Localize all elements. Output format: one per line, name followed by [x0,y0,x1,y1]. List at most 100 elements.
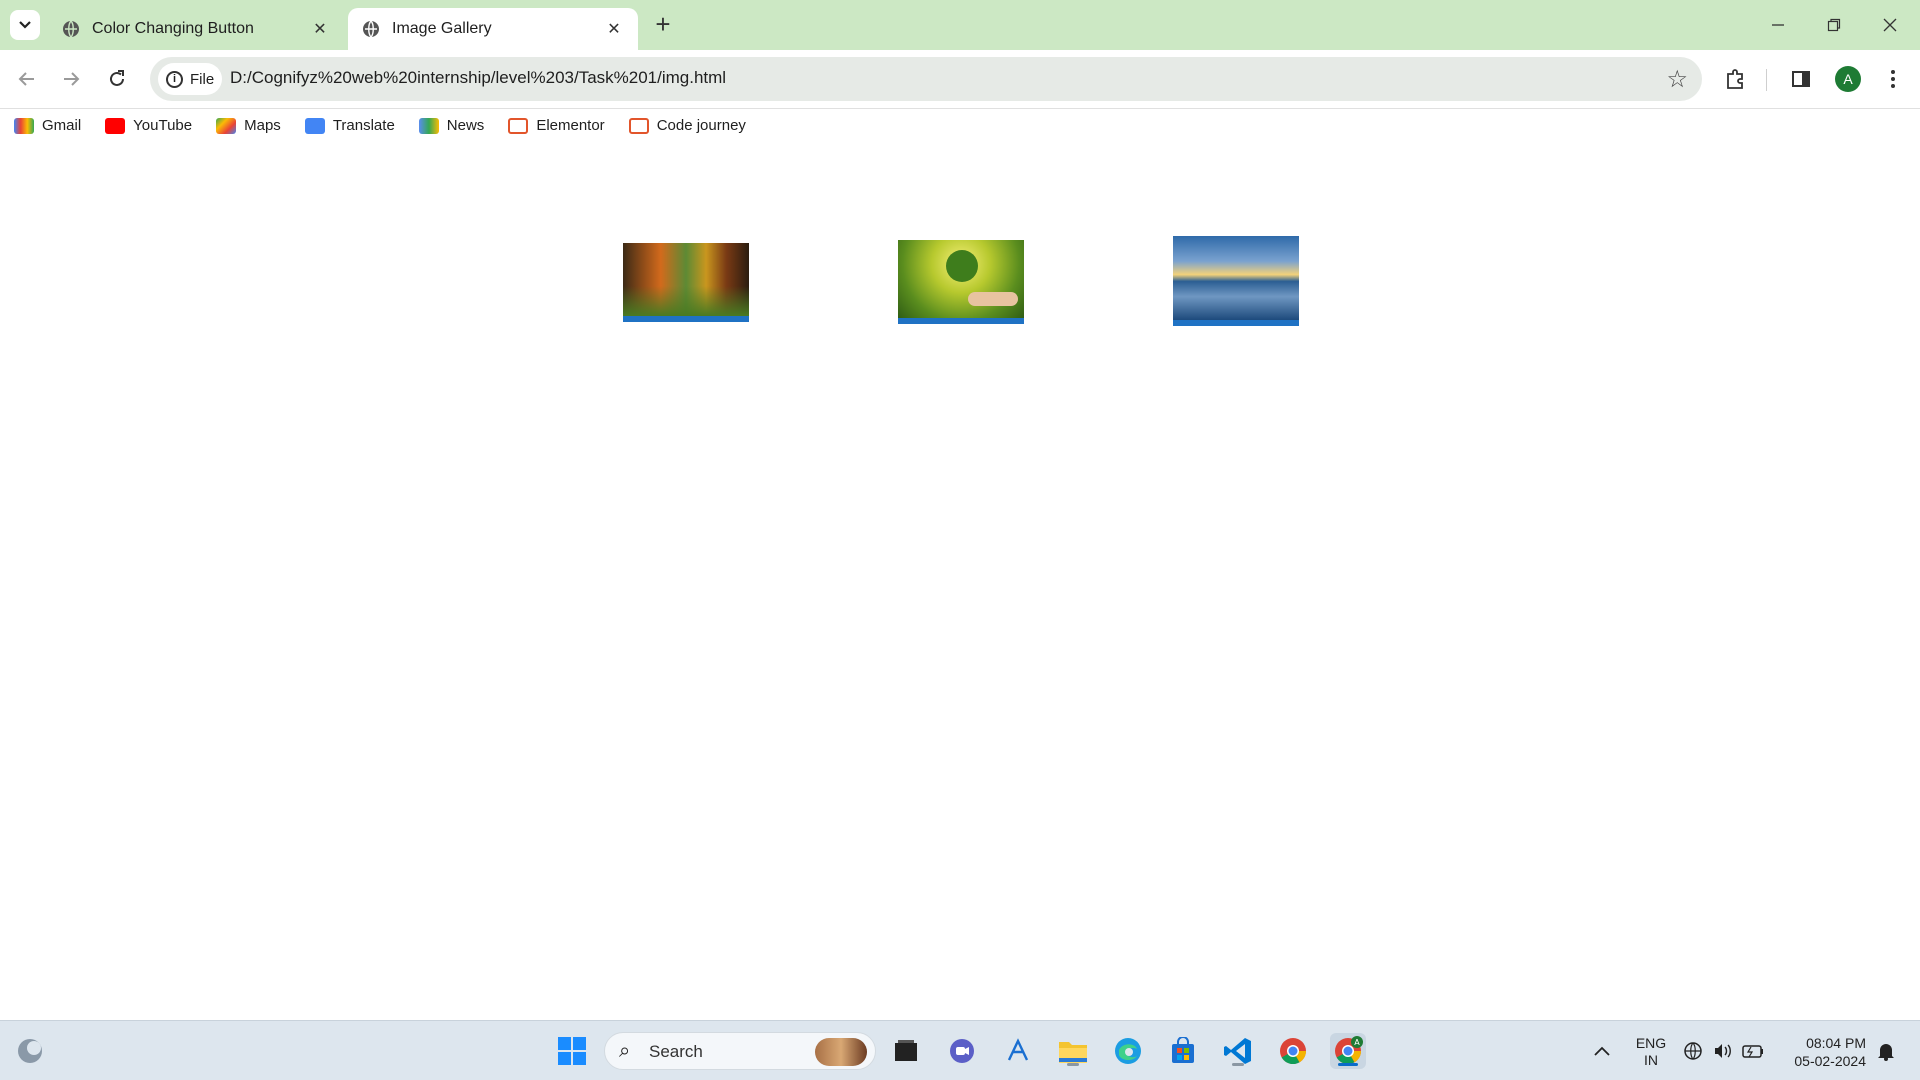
bookmark-maps[interactable]: Maps [216,117,281,134]
clock-date: 05-02-2024 [1794,1053,1866,1069]
svg-text:A: A [1354,1038,1360,1047]
url-text[interactable]: D:/Cognifyz%20web%20internship/level%203… [230,68,726,88]
edge-icon [1115,1038,1141,1064]
profile-avatar[interactable]: A [1835,66,1861,92]
running-indicator [1067,1063,1079,1066]
bookmark-label: Maps [244,117,281,134]
restore-icon [1827,18,1841,32]
tab-image-gallery[interactable]: Image Gallery ✕ [348,8,638,50]
sunset-lake-image[interactable] [1173,236,1299,326]
teams-chat-button[interactable] [944,1033,980,1069]
toolbar-separator [1766,69,1767,91]
bookmark-label: Translate [332,117,395,134]
language-code: ENG [1635,1035,1667,1051]
youtube-icon [105,117,126,134]
pen-icon [1007,1038,1029,1061]
reload-icon [110,70,124,86]
chrome-button[interactable] [1275,1033,1311,1069]
bookmark-elementor[interactable]: Elementor [508,117,605,134]
windows-taskbar: ⌕ Search A ENG IN 08:04 PM 05-02-2024 [0,1020,1920,1080]
bookmark-label: News [446,117,485,134]
bookmark-code-journey[interactable]: Code journey [628,117,746,134]
arrow-left-icon [18,72,34,86]
close-icon [1883,18,1897,32]
puzzle-icon [1727,69,1743,89]
bookmark-label: YouTube [133,117,193,134]
side-panel-button[interactable] [1784,62,1818,96]
vscode-icon [1224,1038,1251,1064]
chrome-profile-button[interactable]: A [1330,1033,1366,1069]
close-icon[interactable]: ✕ [310,19,330,39]
weather-icon [18,1039,42,1063]
minimize-button[interactable] [1750,0,1806,50]
reload-button[interactable] [100,62,134,96]
bookmark-star-icon[interactable]: ☆ [1666,65,1688,94]
start-button[interactable] [554,1033,590,1069]
bookmark-youtube[interactable]: YouTube [105,117,192,134]
region-code: IN [1644,1052,1658,1068]
file-explorer-button[interactable] [1055,1033,1091,1069]
clock-time: 08:04 PM [1806,1035,1866,1051]
translate-icon [304,117,325,134]
windows-icon [558,1037,586,1065]
elementor-icon [508,117,529,134]
app-button[interactable] [1000,1033,1036,1069]
bookmarks-bar: Gmail YouTube Maps Translate News Elemen… [0,108,1920,142]
tab-color-changing-button[interactable]: Color Changing Button ✕ [48,8,344,50]
address-bar[interactable]: i File D:/Cognifyz%20web%20internship/le… [150,57,1702,101]
menu-button[interactable] [1876,62,1910,96]
running-indicator [1232,1063,1244,1066]
close-icon[interactable]: ✕ [604,19,624,39]
tree-in-hand-image[interactable] [898,240,1024,324]
new-tab-button[interactable]: + [648,10,678,40]
back-button[interactable] [10,62,44,96]
bookmark-label: Code journey [656,117,746,134]
tree-shape [946,250,978,282]
globe-icon [363,20,379,38]
task-view-icon [895,1040,917,1061]
chevron-up-icon [1594,1046,1610,1056]
tab-search-button[interactable] [10,10,40,40]
clock[interactable]: 08:04 PM 05-02-2024 [1794,1034,1866,1070]
system-tray-status[interactable] [1680,1033,1770,1069]
active-indicator [1338,1063,1358,1066]
network-volume-battery-icon [1684,1042,1763,1060]
close-window-button[interactable] [1862,0,1918,50]
chrome-icon: A [1335,1036,1363,1065]
tab-title: Color Changing Button [92,20,254,37]
search-highlight-image [815,1038,867,1066]
restore-button[interactable] [1806,0,1862,50]
edge-button[interactable] [1110,1033,1146,1069]
taskbar-search[interactable]: ⌕ Search [604,1032,876,1070]
notifications-button[interactable] [1868,1033,1904,1069]
search-label: Search [649,1042,703,1061]
chrome-icon [1280,1038,1307,1065]
show-hidden-icons-button[interactable] [1584,1033,1620,1069]
gmail-icon [14,117,34,134]
news-icon [418,117,439,134]
store-button[interactable] [1165,1033,1201,1069]
task-view-button[interactable] [888,1033,924,1069]
chevron-down-icon [19,21,31,29]
bookmark-gmail[interactable]: Gmail [14,117,81,134]
minimize-icon [1772,24,1784,26]
hand-shape [968,292,1018,306]
maps-icon [216,117,237,134]
site-info-chip[interactable]: i File [158,63,222,95]
page-content [0,142,1920,1020]
bookmark-translate[interactable]: Translate [304,117,395,134]
tab-title: Image Gallery [392,20,492,37]
vscode-button[interactable] [1220,1033,1256,1069]
browser-title-bar: Color Changing Button ✕ Image Gallery ✕ … [0,0,1920,50]
chat-icon [950,1039,974,1063]
forest-image[interactable] [623,243,749,322]
bookmark-news[interactable]: News [418,117,485,134]
extensions-button[interactable] [1718,62,1752,96]
bookmark-label: Elementor [536,117,605,134]
globe-icon [63,20,79,38]
language-indicator[interactable]: ENG IN [1634,1035,1668,1069]
forward-button[interactable] [54,62,88,96]
widgets-button[interactable] [12,1033,48,1069]
bookmark-label: Gmail [42,117,82,134]
info-icon: i [166,70,183,88]
